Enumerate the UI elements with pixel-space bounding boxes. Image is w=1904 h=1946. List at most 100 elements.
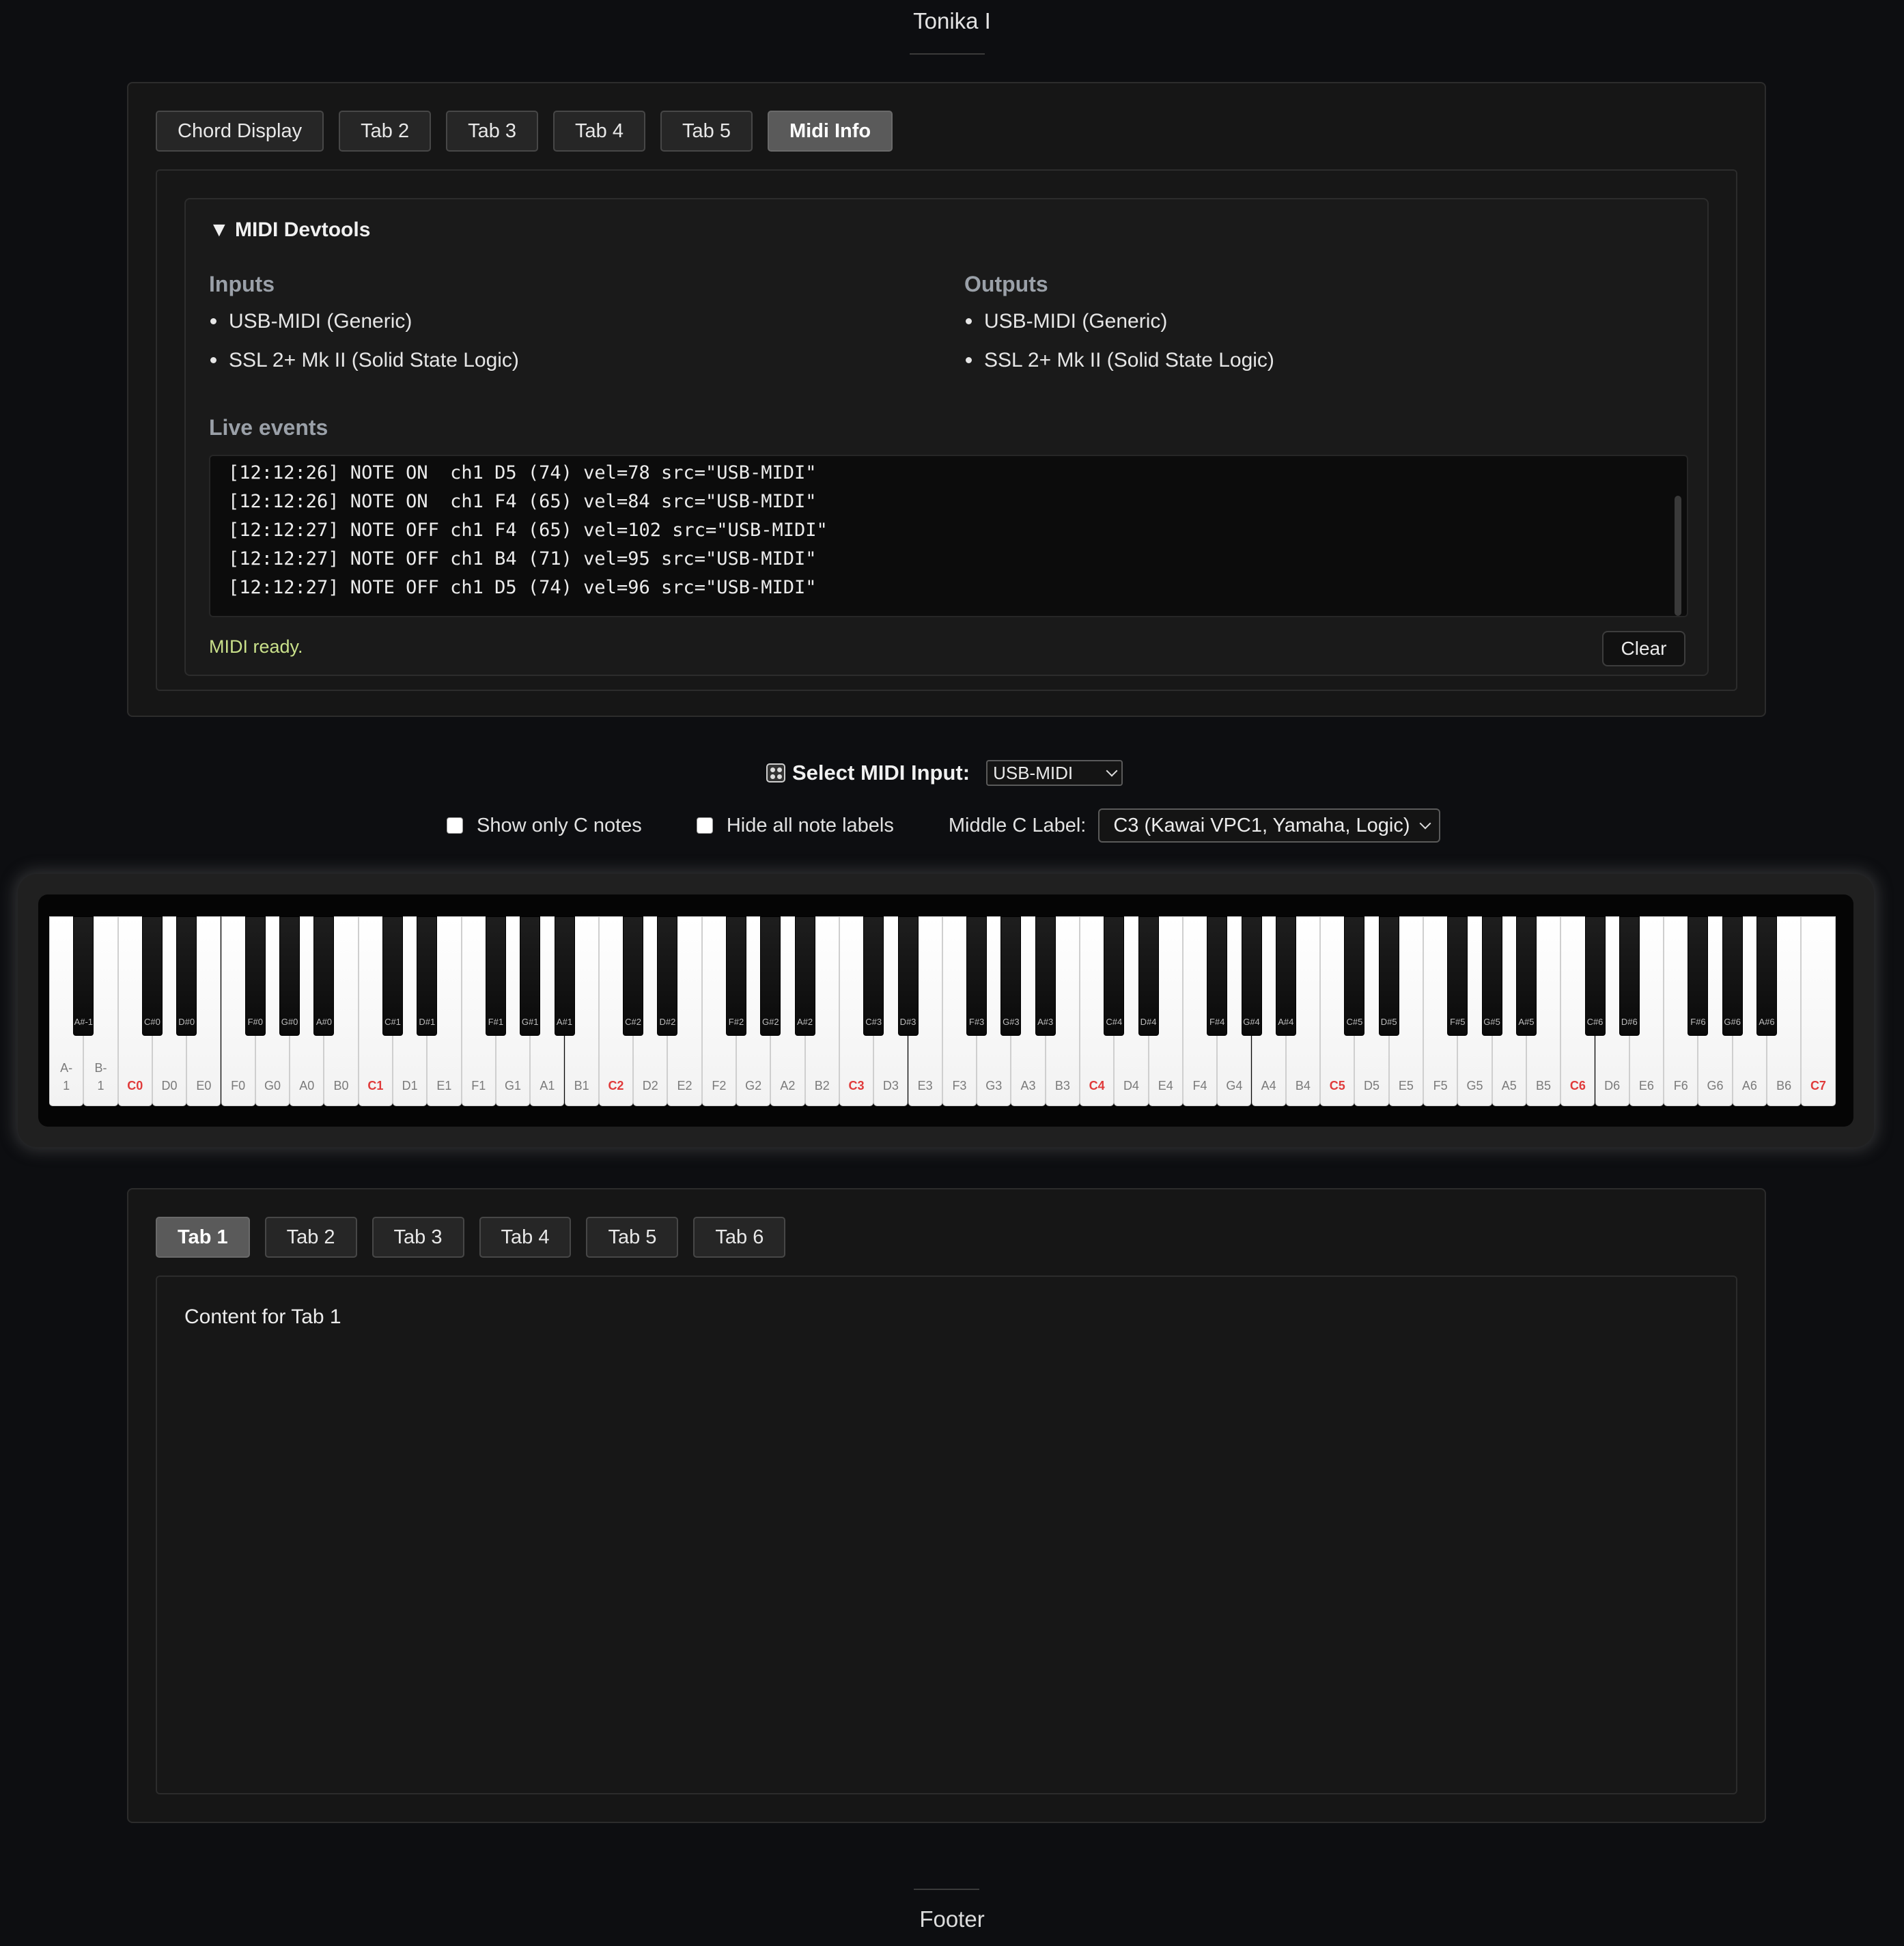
tab-5[interactable]: Tab 5 — [660, 111, 753, 152]
tab-midi-info[interactable]: Midi Info — [767, 111, 893, 152]
black-key-Fs5[interactable]: F#5 — [1447, 916, 1468, 1036]
black-key-Fs1[interactable]: F#1 — [485, 916, 506, 1036]
key-label: A#6 — [1759, 1017, 1775, 1027]
tab-4[interactable]: Tab 4 — [553, 111, 645, 152]
key-label: F#4 — [1209, 1017, 1225, 1027]
key-label: G#4 — [1243, 1017, 1260, 1027]
black-key-Ds5[interactable]: D#5 — [1378, 916, 1399, 1036]
black-key-Fs6[interactable]: F#6 — [1688, 916, 1709, 1036]
key-label: B6 — [1776, 1079, 1792, 1092]
black-key-As3[interactable]: A#3 — [1035, 916, 1056, 1036]
black-key-Ds0[interactable]: D#0 — [176, 916, 197, 1036]
tab-6[interactable]: Tab 6 — [693, 1217, 786, 1258]
key-label: F3 — [952, 1079, 967, 1092]
black-key-Cs3[interactable]: C#3 — [863, 916, 884, 1036]
black-key-Fs4[interactable]: F#4 — [1207, 916, 1228, 1036]
log-line: [12:12:27] NOTE OFF ch1 F4 (65) vel=102 … — [228, 520, 828, 541]
black-key-Cs0[interactable]: C#0 — [141, 916, 163, 1036]
tab-chord-display[interactable]: Chord Display — [156, 111, 324, 152]
black-key-Fs0[interactable]: F#0 — [244, 916, 266, 1036]
black-key-Ds4[interactable]: D#4 — [1138, 916, 1159, 1036]
key-label: E4 — [1158, 1079, 1173, 1092]
key-label: C7 — [1810, 1079, 1826, 1092]
black-key-Gs4[interactable]: G#4 — [1241, 916, 1262, 1036]
key-label: D#2 — [659, 1017, 676, 1027]
black-key-As2[interactable]: A#2 — [794, 916, 815, 1036]
key-label: A#4 — [1278, 1017, 1294, 1027]
key-label: A4 — [1261, 1079, 1276, 1092]
key-label: D#0 — [178, 1017, 195, 1027]
top-tab-bar: Chord Display Tab 2 Tab 3 Tab 4 Tab 5 Mi… — [156, 111, 908, 152]
black-key-As5[interactable]: A#5 — [1515, 916, 1537, 1036]
black-key-Gs5[interactable]: G#5 — [1481, 916, 1502, 1036]
black-key-As6[interactable]: A#6 — [1756, 916, 1777, 1036]
black-key-Gs0[interactable]: G#0 — [279, 916, 300, 1036]
black-key-Ds6[interactable]: D#6 — [1619, 916, 1640, 1036]
midi-input-label: Select MIDI Input: — [792, 761, 970, 785]
black-key-Cs6[interactable]: C#6 — [1584, 916, 1606, 1036]
hide-labels-checkbox[interactable] — [696, 817, 713, 834]
key-label: A0 — [299, 1079, 315, 1092]
black-key-Cs2[interactable]: C#2 — [623, 916, 644, 1036]
black-key-Fs3[interactable]: F#3 — [966, 916, 988, 1036]
black-key-Gs1[interactable]: G#1 — [520, 916, 541, 1036]
key-label: E5 — [1398, 1079, 1414, 1092]
tab-content-text: Content for Tab 1 — [184, 1306, 341, 1328]
black-key-Cs4[interactable]: C#4 — [1104, 916, 1125, 1036]
key-label: D3 — [882, 1079, 899, 1092]
black-key-Ds3[interactable]: D#3 — [897, 916, 919, 1036]
key-label: B0 — [333, 1079, 349, 1092]
key-label: D5 — [1364, 1079, 1380, 1092]
tab-4[interactable]: Tab 4 — [479, 1217, 572, 1258]
black-key-Gs6[interactable]: G#6 — [1722, 916, 1743, 1036]
tab-5[interactable]: Tab 5 — [586, 1217, 679, 1258]
log-line: [12:12:27] NOTE OFF ch1 B4 (71) vel=95 s… — [228, 548, 817, 569]
black-key-Ds2[interactable]: D#2 — [657, 916, 678, 1036]
tab-3[interactable]: Tab 3 — [372, 1217, 464, 1258]
devtools-summary-toggle[interactable]: ▼ MIDI Devtools — [209, 218, 370, 242]
show-only-c-checkbox[interactable] — [447, 817, 463, 834]
hide-labels-label: Hide all note labels — [726, 814, 894, 836]
key-label: F#0 — [247, 1017, 263, 1027]
tab-1[interactable]: Tab 1 — [156, 1217, 250, 1258]
key-label: C3 — [848, 1079, 865, 1092]
key-label: D1 — [402, 1079, 418, 1092]
key-label: A#2 — [797, 1017, 813, 1027]
key-label: D2 — [642, 1079, 658, 1092]
black-key-As4[interactable]: A#4 — [1275, 916, 1296, 1036]
key-label: G#3 — [1003, 1017, 1020, 1027]
list-item: USB-MIDI (Generic) — [955, 302, 1274, 341]
tab-3[interactable]: Tab 3 — [446, 111, 539, 152]
bullet-icon — [210, 318, 216, 324]
black-key-Cs1[interactable]: C#1 — [382, 916, 403, 1036]
tab-2[interactable]: Tab 2 — [339, 111, 432, 152]
black-key-Gs2[interactable]: G#2 — [760, 916, 781, 1036]
white-key-C7[interactable]: C7 — [1801, 916, 1836, 1106]
key-label: E0 — [196, 1079, 212, 1092]
key-label: C#6 — [1586, 1017, 1604, 1027]
key-label: D#5 — [1380, 1017, 1397, 1027]
top-tab-panel: Chord Display Tab 2 Tab 3 Tab 4 Tab 5 Mi… — [127, 82, 1766, 717]
key-label: F#2 — [728, 1017, 744, 1027]
black-key-Ds1[interactable]: D#1 — [417, 916, 438, 1036]
midi-input-select[interactable]: USB-MIDI — [986, 760, 1123, 786]
log-scrollbar[interactable] — [1675, 496, 1681, 616]
black-key-As-1[interactable]: A#-1 — [73, 916, 94, 1036]
key-label: G1 — [505, 1079, 522, 1092]
live-events-log[interactable]: [12:12:26] NOTE ON ch1 D5 (74) vel=78 sr… — [209, 455, 1688, 617]
key-label: F4 — [1192, 1079, 1207, 1092]
black-key-Gs3[interactable]: G#3 — [1000, 916, 1022, 1036]
black-key-As0[interactable]: A#0 — [313, 916, 335, 1036]
bullet-icon — [210, 357, 216, 363]
black-key-Cs5[interactable]: C#5 — [1344, 916, 1365, 1036]
clear-button[interactable]: Clear — [1602, 631, 1685, 666]
app-title: Tonika I — [913, 8, 991, 33]
live-events-heading: Live events — [209, 415, 328, 440]
chevron-down-icon — [1419, 817, 1431, 830]
middle-c-select[interactable]: C3 (Kawai VPC1, Yamaha, Logic) — [1098, 808, 1440, 843]
black-key-As1[interactable]: A#1 — [554, 916, 575, 1036]
key-label: E1 — [436, 1079, 452, 1092]
key-label: E6 — [1638, 1079, 1654, 1092]
tab-2[interactable]: Tab 2 — [264, 1217, 357, 1258]
black-key-Fs2[interactable]: F#2 — [726, 916, 746, 1036]
